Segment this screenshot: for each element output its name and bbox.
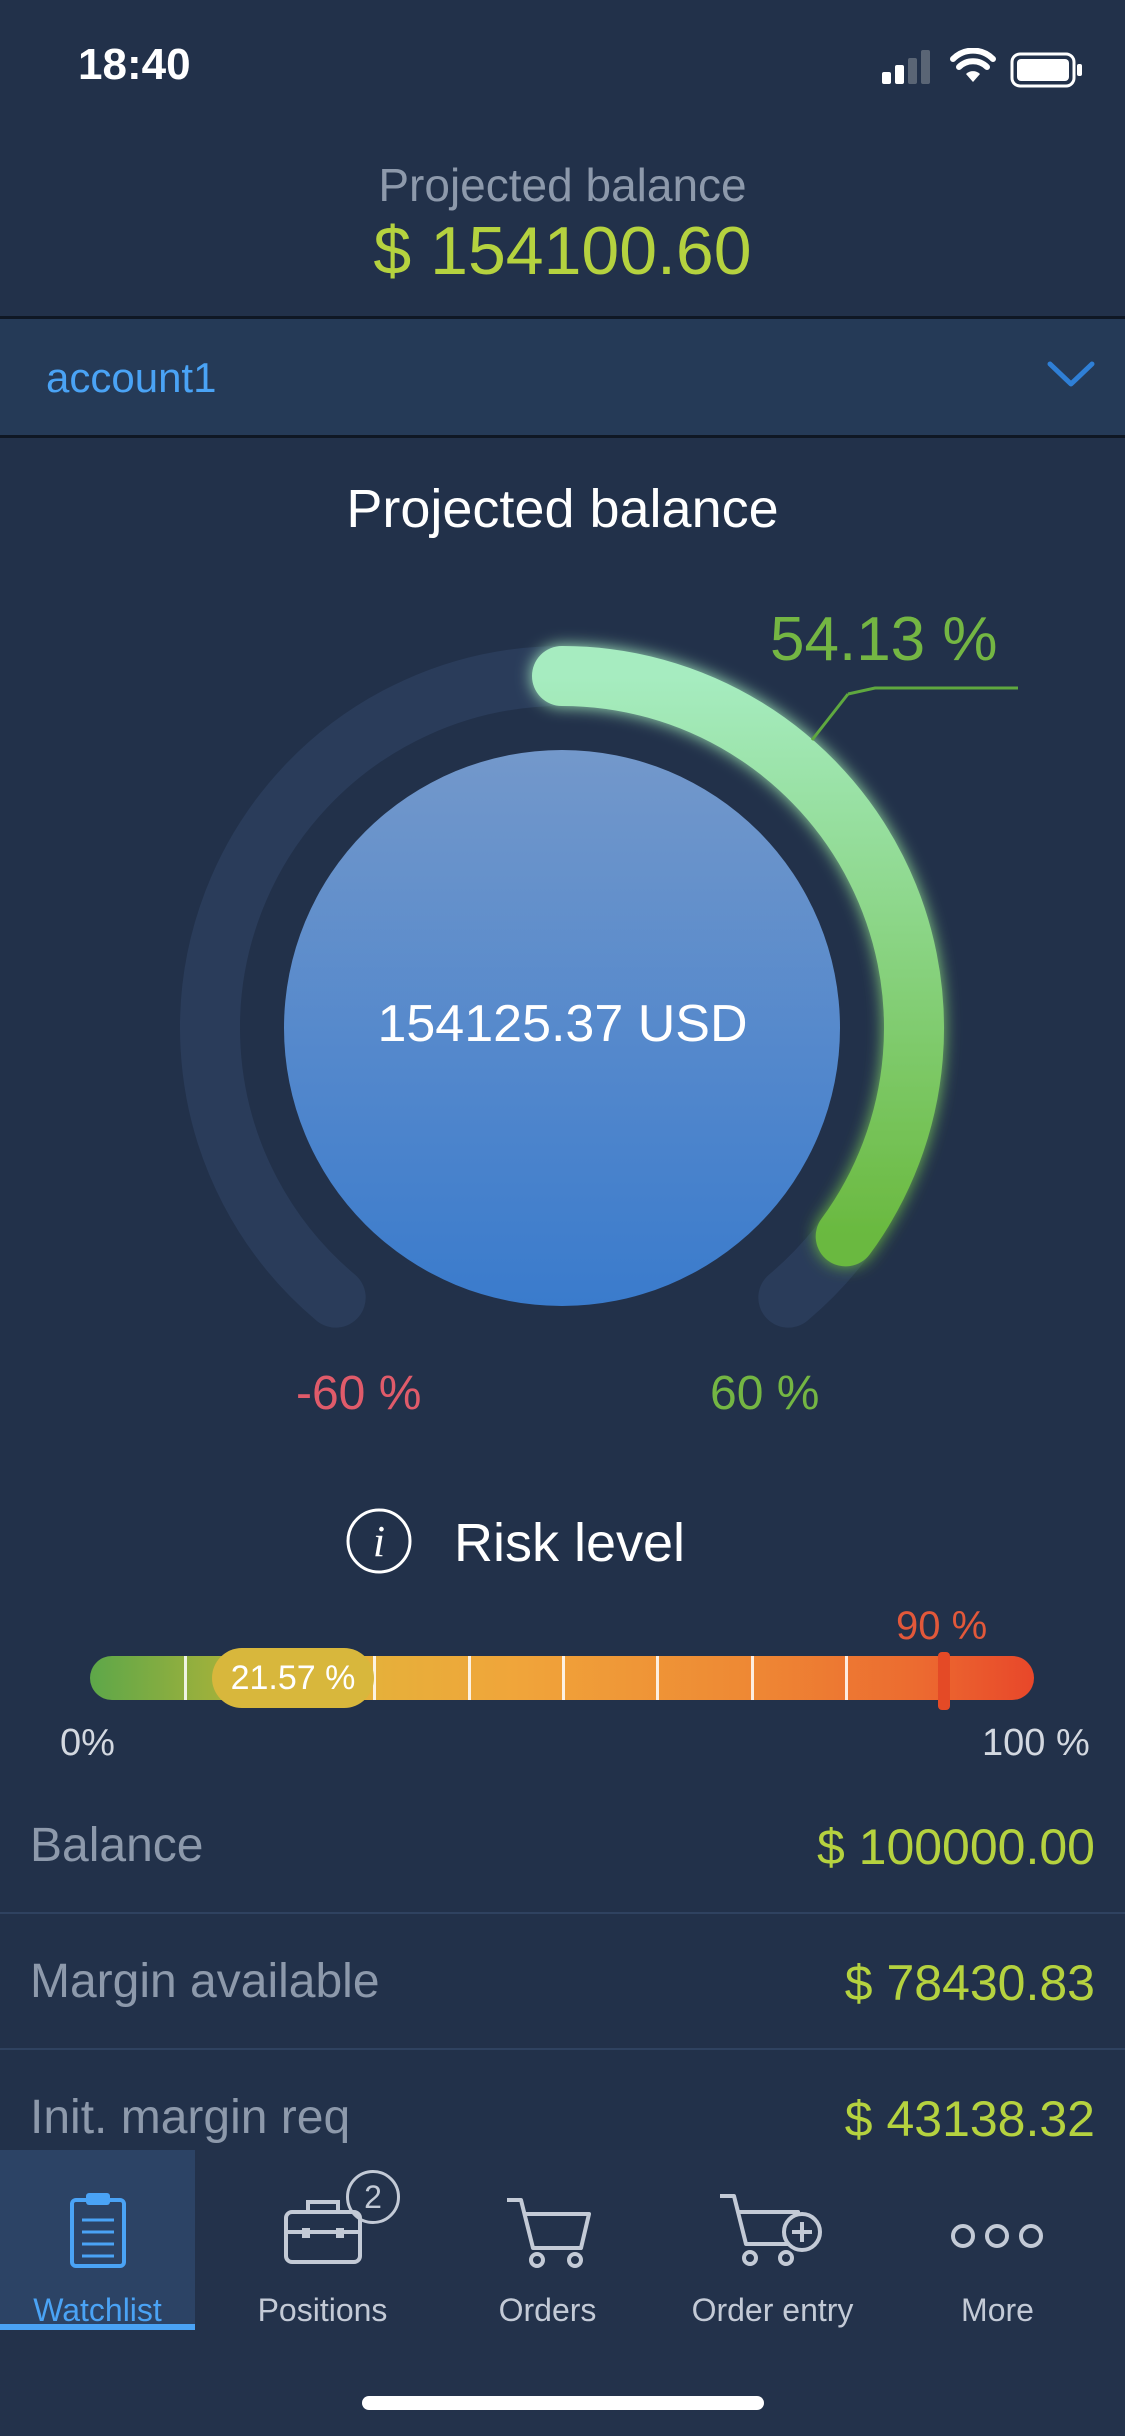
init-margin-value: $ 43138.32 (844, 2091, 1095, 2147)
risk-value-pill: 21.57 % (212, 1648, 374, 1708)
tab-order-entry-label: Order entry (691, 2292, 854, 2328)
risk-bar-tick (845, 1656, 848, 1700)
risk-bar-tick (562, 1656, 565, 1700)
battery-icon (1010, 52, 1082, 88)
gauge-center-value: 154125.37 USD (377, 995, 748, 1053)
section-title: Projected balance (346, 479, 779, 539)
tab-order-entry[interactable]: Order entry (660, 2150, 885, 2330)
briefcase-icon (284, 2200, 362, 2264)
tab-more[interactable]: More (885, 2150, 1110, 2330)
wifi-icon (950, 48, 996, 82)
tab-positions-label: Positions (257, 2292, 388, 2328)
tab-watchlist[interactable]: Watchlist (0, 2150, 195, 2330)
risk-bar-tick (656, 1656, 659, 1700)
tab-orders[interactable]: Orders (435, 2150, 660, 2330)
header-title: Projected balance (378, 159, 747, 211)
positions-count-badge: 2 (346, 2170, 400, 2224)
row-divider (0, 1912, 1125, 1914)
gauge-leader-line (810, 693, 850, 741)
projected-balance-gauge (180, 646, 1018, 1328)
signal-icon (882, 50, 930, 84)
clipboard-icon (70, 2193, 126, 2268)
info-icon[interactable]: i (344, 1506, 414, 1576)
risk-bar-tick (751, 1656, 754, 1700)
gauge-leader-line (847, 686, 1018, 696)
chevron-down-icon[interactable] (1046, 360, 1096, 390)
row-divider (0, 2048, 1125, 2050)
cart-icon (507, 2198, 591, 2268)
gauge-percent-label: 54.13 % (770, 605, 998, 674)
balance-value: $ 100000.00 (816, 1819, 1095, 1875)
tab-positions[interactable]: Positions (210, 2150, 435, 2330)
init-margin-label: Init. margin req (30, 2091, 351, 2144)
account-name[interactable]: account1 (46, 354, 216, 402)
gauge-max-label: 60 % (710, 1367, 820, 1420)
more-dots-icon (951, 2224, 1043, 2248)
tab-active-indicator (0, 2324, 195, 2330)
risk-max-label: 100 % (982, 1722, 1090, 1764)
home-indicator (362, 2396, 764, 2410)
svg-text:i: i (373, 1517, 385, 1566)
risk-bar-tick (184, 1656, 187, 1700)
status-time: 18:40 (78, 40, 191, 89)
tab-orders-label: Orders (498, 2292, 597, 2328)
margin-available-value: $ 78430.83 (844, 1955, 1095, 2011)
risk-threshold-label: 90 % (896, 1604, 988, 1648)
tab-more-label: More (961, 2292, 1034, 2328)
balance-label: Balance (30, 1819, 204, 1872)
risk-bar-tick (468, 1656, 471, 1700)
risk-level-title: Risk level (454, 1513, 686, 1573)
margin-available-label: Margin available (30, 1955, 380, 2008)
risk-min-label: 0% (60, 1722, 115, 1764)
projected-balance-value: $ 154100.60 (373, 213, 752, 289)
risk-threshold-marker (938, 1652, 950, 1710)
cart-plus-icon (720, 2194, 822, 2266)
gauge-min-label: -60 % (296, 1367, 422, 1420)
